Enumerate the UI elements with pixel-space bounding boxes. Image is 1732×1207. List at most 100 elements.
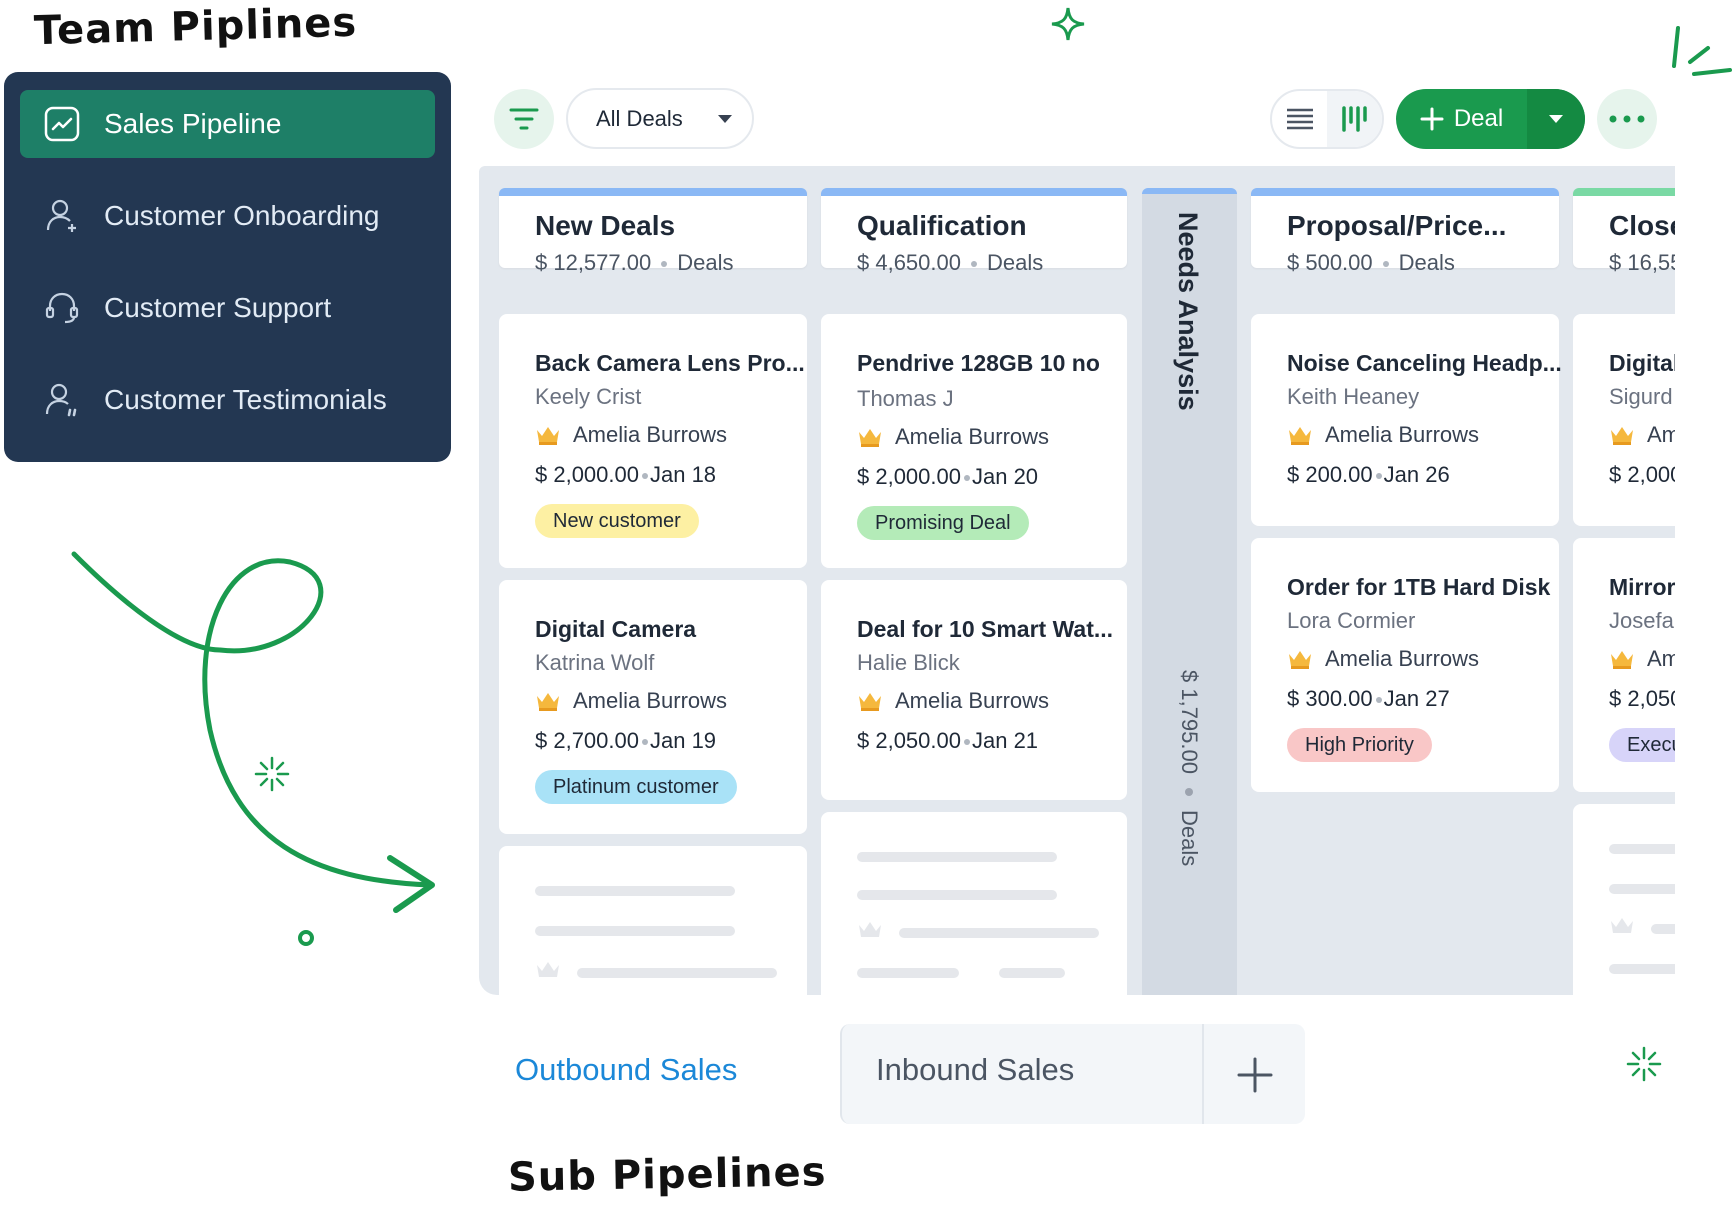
deal-card[interactable]: Digital Camera Katrina Wolf Amelia Burro… [499, 580, 807, 834]
deal-tag[interactable]: High Priority [1287, 728, 1432, 762]
deal-contact: Keely Crist [535, 384, 642, 409]
more-button[interactable] [1597, 89, 1657, 149]
more-dots-icon [1609, 115, 1645, 123]
divider [1202, 1024, 1204, 1124]
deal-contact: Halie Blick [857, 650, 960, 675]
column-name: Close [1609, 210, 1675, 241]
team-item-customer-support[interactable]: Customer Support [20, 274, 435, 342]
deal-card-placeholder [1573, 804, 1675, 995]
filter-icon [509, 108, 539, 130]
column-count-label: Deals [1398, 250, 1455, 275]
tab-inbound-sales-label: Inbound Sales [876, 1052, 1075, 1087]
view-select-value: All Deals [596, 105, 683, 131]
team-pipelines-title: Team Piplines [33, 0, 358, 55]
column-summary: $ 500.00 Deals [1287, 250, 1559, 276]
column-summary: $ 12,577.00 Deals [535, 250, 807, 276]
view-select[interactable]: All Deals [566, 88, 754, 149]
crown-icon [859, 429, 881, 447]
column-header[interactable]: Close $ 16,55 [1573, 188, 1675, 275]
crown-icon [537, 427, 559, 445]
deal-title: Back Camera Lens Pro... [535, 350, 805, 376]
list-view-button[interactable] [1272, 91, 1327, 147]
deal-contact: Sigurd \ [1609, 384, 1675, 409]
team-item-label: Customer Testimonials [104, 384, 387, 415]
deal-card[interactable]: Pendrive 128GB 10 no Thomas J Amelia Bur… [821, 314, 1127, 568]
tab-outbound-sales[interactable]: Outbound Sales [515, 1052, 737, 1088]
column-name: Needs Analysis [1173, 212, 1203, 411]
plus-icon[interactable] [1236, 1056, 1274, 1094]
deal-title: Digital [1609, 350, 1675, 376]
deal-amount-date: $ 2,000.00 Jan 20 [857, 464, 1039, 489]
deal-contact: Lora Cormier [1287, 608, 1416, 633]
deal-amount-date: $ 2,000.00 Jan 18 [535, 462, 717, 487]
skeleton-line [577, 968, 777, 978]
team-pipelines-panel: Sales Pipeline Customer Onboarding Custo… [4, 72, 451, 462]
sub-pipelines-title: Sub Pipelines [507, 1149, 827, 1201]
kanban-board: New Deals $ 12,577.00 Deals Back Camera L… [479, 166, 1675, 995]
column-amount: $ 1,795.00 [1177, 670, 1202, 774]
team-item-label: Sales Pipeline [104, 108, 282, 139]
skeleton-line [857, 852, 1057, 862]
team-item-sales-pipeline[interactable]: Sales Pipeline [20, 90, 435, 158]
add-deal-dropdown[interactable] [1527, 89, 1585, 149]
column-summary: $ 16,55 [1609, 250, 1675, 276]
column-count-label: Deals [986, 250, 1044, 275]
deal-title: Digital Camera [535, 616, 697, 642]
column-amount: $ 4,650.00 [857, 250, 961, 275]
user-add-icon [42, 196, 82, 236]
chart-trend-icon [42, 104, 82, 144]
crown-icon [537, 962, 559, 977]
deal-card[interactable]: Digital Sigurd \ Am $ 2,000 [1573, 314, 1675, 526]
deal-tag[interactable]: Promising Deal [857, 506, 1029, 540]
add-deal-label: Deal [1453, 105, 1504, 132]
crown-icon [1289, 651, 1311, 669]
deal-tag[interactable]: New customer [535, 504, 699, 538]
crown-icon [1611, 427, 1633, 445]
deal-title: Order for 1TB Hard Disk [1287, 574, 1551, 600]
view-toggle[interactable] [1270, 89, 1384, 149]
deal-card[interactable]: Noise Canceling Headp... Keith Heaney Am… [1251, 314, 1562, 526]
plus-icon [1420, 107, 1444, 131]
filter-button[interactable] [494, 89, 554, 149]
curved-arrow-icon [71, 551, 435, 946]
deal-contact: Thomas J [857, 386, 954, 411]
deal-owner: Amelia Burrows [1287, 646, 1479, 672]
column-amount: $ 16,55 [1609, 250, 1675, 275]
column-count-label: Deals [677, 250, 734, 275]
column-amount: $ 500.00 [1287, 250, 1373, 275]
deal-contact: Katrina Wolf [535, 650, 655, 675]
team-item-customer-onboarding[interactable]: Customer Onboarding [20, 182, 435, 250]
deal-card[interactable]: Back Camera Lens Pro... Keely Crist Amel… [499, 314, 807, 568]
headset-icon [42, 288, 82, 328]
crown-icon [859, 922, 881, 937]
deal-owner: Amelia Burrows [857, 424, 1049, 450]
deal-card[interactable]: Deal for 10 Smart Wat... Halie Blick Ame… [821, 580, 1127, 800]
deal-card[interactable]: Mirrorl Josefa I Am $ 2,050 Execu [1573, 538, 1675, 792]
skeleton-line [999, 968, 1065, 978]
deal-title: Mirrorl [1609, 574, 1675, 600]
deal-tag[interactable]: Execu [1609, 728, 1675, 762]
deal-amount-date: $ 2,700.00 Jan 19 [535, 728, 717, 753]
team-item-customer-testimonials[interactable]: Customer Testimonials [20, 366, 435, 434]
deal-owner: Amelia Burrows [535, 422, 727, 448]
team-item-label: Customer Onboarding [104, 200, 380, 231]
kanban-view-button[interactable] [1327, 91, 1382, 147]
deal-amount-date: $ 300.00 Jan 27 [1287, 686, 1450, 711]
deal-tag[interactable]: Platinum customer [535, 770, 737, 804]
column-header[interactable]: New Deals $ 12,577.00 Deals [499, 188, 807, 275]
deal-title: Deal for 10 Smart Wat... [857, 616, 1114, 642]
add-deal-button[interactable]: Deal [1396, 89, 1585, 149]
crown-icon [1289, 427, 1311, 445]
chevron-down-icon [1549, 115, 1563, 123]
skeleton-line [857, 890, 1057, 900]
deal-title: Pendrive 128GB 10 no [857, 350, 1100, 376]
skeleton-line [899, 928, 1099, 938]
column-name: Proposal/Price... [1287, 210, 1507, 241]
column-header[interactable]: Proposal/Price... $ 500.00 Deals [1251, 188, 1559, 275]
deal-card[interactable]: Order for 1TB Hard Disk Lora Cormier Ame… [1251, 538, 1559, 792]
column-name: New Deals [535, 210, 676, 241]
column-header[interactable]: Qualification $ 4,650.00 Deals [821, 188, 1127, 275]
user-quote-icon [42, 380, 82, 420]
column-count-label: Deals [1177, 809, 1202, 867]
sparkle-lines-icon [1672, 26, 1732, 76]
